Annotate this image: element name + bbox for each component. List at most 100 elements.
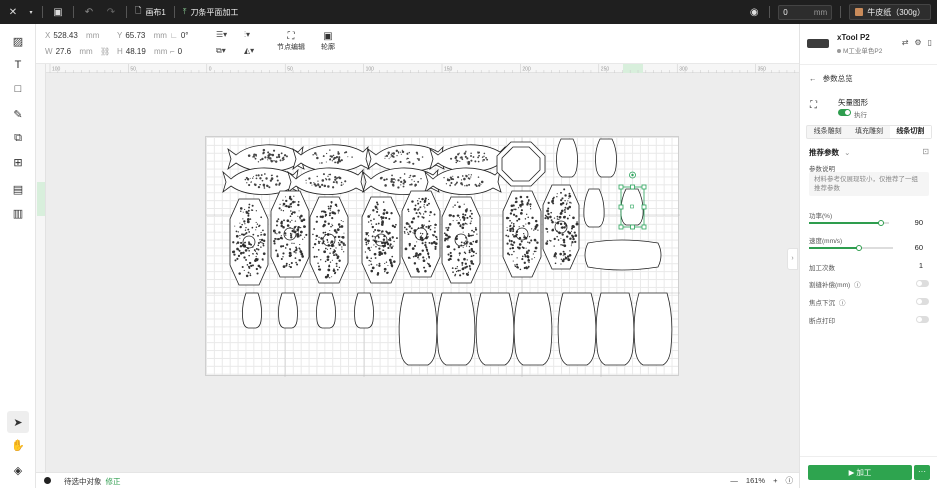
device-name[interactable]: xTool P2 [837, 33, 870, 42]
power-label: 功率(%) [809, 213, 833, 220]
breakpoint-toggle[interactable] [916, 316, 929, 323]
rotation-icon: ∟ [170, 31, 178, 40]
elements-icon[interactable]: ⊞ [10, 154, 26, 170]
tab-fill-engrave[interactable]: 填充雕刻 [848, 126, 889, 138]
power-value[interactable]: 90 [915, 218, 923, 227]
zoom-level[interactable]: 161% [746, 476, 765, 485]
node-edit-button[interactable]: ⛶ 节点编辑 [276, 31, 306, 52]
outline-button[interactable]: ▣ 轮廓 [316, 31, 340, 52]
chart-icon[interactable]: ▥ [10, 205, 26, 221]
tab-line-engrave[interactable]: 线条雕刻 [807, 126, 848, 138]
breakpoint-label: 断点打印 [809, 318, 835, 325]
settings-icon[interactable]: ⚙ [914, 38, 921, 47]
work-area[interactable] [205, 136, 680, 377]
layer-item[interactable]: ⛶ 矢量图形 执行 [806, 95, 932, 120]
ruler-tick-label: 50 [287, 67, 293, 73]
top-bar: ✕ ▾ ▣ ↶ ↷ 🗋 画布1 ⤒ 刀条平面加工 ◉ 0 mm 牛皮纸（300g… [0, 0, 937, 24]
camera-icon[interactable]: ◉ [747, 5, 761, 19]
help-icon[interactable]: ⓘ [786, 475, 794, 486]
image-icon[interactable]: ▨ [10, 33, 26, 49]
edit-preset-icon[interactable]: ⊡ [922, 147, 929, 156]
document-icon[interactable]: ▯ [928, 38, 932, 47]
chevron-down-icon[interactable]: ▾ [28, 5, 34, 19]
x-field[interactable]: X 528.43 mm [45, 31, 99, 40]
focus-height-input[interactable]: 0 mm [778, 4, 833, 20]
panel-collapse-button[interactable]: › [787, 248, 798, 270]
save-icon[interactable]: ▣ [51, 5, 65, 19]
ruler-tick-label: 100 [366, 67, 375, 73]
canvas-area[interactable] [46, 73, 799, 472]
ruler-tick-label: 300 [679, 67, 688, 73]
redo-icon[interactable]: ↷ [104, 5, 118, 19]
lock-ratio-icon[interactable]: ⛓ [100, 47, 110, 56]
info-icon[interactable]: ⓘ [854, 282, 861, 289]
shape-icon[interactable]: □ [10, 81, 26, 97]
select-cursor-icon[interactable]: ➤ [7, 411, 29, 433]
focus-height-unit: mm [813, 7, 828, 17]
preset-selector[interactable]: 推荐参数 ⌄ [809, 147, 850, 158]
ruler-ticks: 10050050100150200250300350400 [49, 64, 905, 73]
align-icon[interactable]: ☰▾ [216, 30, 227, 39]
property-bar: X 528.43 mm Y 65.73 mm ∟ 0° W 27.6 mm ⛓ H 48.… [36, 24, 799, 64]
upload-icon: ⤒ [182, 7, 187, 16]
ruler-tick-label: 100 [52, 67, 61, 73]
arrange-icon[interactable]: ⧉▾ [216, 46, 226, 56]
process-button[interactable]: ▶ 加工 [808, 465, 912, 480]
ruler-tick-label: 350 [758, 67, 767, 73]
node-edit-icon: ⛶ [287, 31, 295, 42]
tab-canvas[interactable]: 🗋 画布1 [135, 5, 166, 19]
undo-icon[interactable]: ↶ [82, 5, 96, 19]
device-image [807, 39, 829, 48]
back-to-overview[interactable]: ← 参数总览 [809, 73, 853, 84]
text-icon[interactable]: T [10, 57, 26, 73]
focus-toggle[interactable] [916, 298, 929, 305]
outline-icon: ▣ [323, 31, 333, 42]
flip-icon[interactable]: ◭▾ [244, 46, 254, 55]
focus-label: 焦点下沉 ⓘ [809, 300, 846, 307]
switch-device-icon[interactable]: ⇄ [902, 38, 909, 47]
focus-height-value: 0 [783, 7, 788, 17]
material-library-icon[interactable]: ▤ [10, 181, 26, 197]
tab-process[interactable]: ⤒ 刀条平面加工 [183, 7, 239, 18]
passes-label: 加工次数 [809, 265, 835, 272]
h-field[interactable]: H 48.19 mm [117, 47, 167, 56]
selection-fix-link[interactable]: 修正 [106, 477, 121, 486]
pen-icon[interactable]: ✎ [10, 106, 26, 122]
right-panel: xTool P2 M工业单色P2 ⇄ ⚙ ▯ ← 参数总览 ⛶ 矢量图形 执行 … [799, 24, 937, 488]
w-field[interactable]: W 27.6 mm [45, 47, 93, 56]
corner-field[interactable]: ⌐ 0 [170, 47, 182, 56]
rotation-field[interactable]: ∟ 0° [170, 31, 189, 40]
ruler-tick-label: 250 [601, 67, 610, 73]
zoom-in-button[interactable]: + [773, 476, 777, 485]
status-dot-icon [44, 477, 51, 484]
tab-line-cut[interactable]: 线条切割 [889, 126, 931, 138]
hand-icon[interactable]: ✋ [10, 437, 26, 453]
close-icon[interactable]: ✕ [6, 5, 20, 19]
material-selector[interactable]: 牛皮纸（300g） [849, 4, 931, 20]
ruler-tick-label: 150 [444, 67, 453, 73]
vector-icon: ⛶ [810, 100, 817, 111]
speed-slider-knob[interactable] [856, 245, 863, 251]
speed-label: 速度(mm/s) [809, 238, 843, 245]
speed-slider-fill [809, 247, 860, 249]
distribute-icon[interactable]: ⫶▾ [244, 30, 250, 40]
power-slider[interactable] [809, 220, 889, 226]
speed-slider[interactable] [809, 245, 893, 251]
more-button[interactable]: ··· [914, 465, 930, 480]
info-icon[interactable]: ⓘ [839, 300, 846, 307]
y-field[interactable]: Y 65.73 mm [117, 31, 167, 40]
zoom-out-button[interactable]: — [730, 476, 738, 485]
layers-icon[interactable]: ◈ [10, 462, 26, 478]
layer-toggle[interactable] [838, 109, 851, 116]
passes-value[interactable]: 1 [919, 261, 923, 270]
layers-shape-icon[interactable]: ⧉ [10, 130, 26, 146]
h-value: 48.19 [125, 47, 146, 56]
device-status: M工业单色P2 [837, 45, 882, 55]
y-value: 65.73 [125, 31, 146, 40]
power-slider-knob[interactable] [878, 220, 884, 226]
ruler-selection-marker [37, 182, 45, 216]
device-header: xTool P2 M工业单色P2 ⇄ ⚙ ▯ [800, 24, 937, 65]
speed-value[interactable]: 60 [915, 243, 923, 252]
ruler-tick-label: 50 [130, 67, 136, 73]
kerf-toggle[interactable] [916, 280, 929, 287]
